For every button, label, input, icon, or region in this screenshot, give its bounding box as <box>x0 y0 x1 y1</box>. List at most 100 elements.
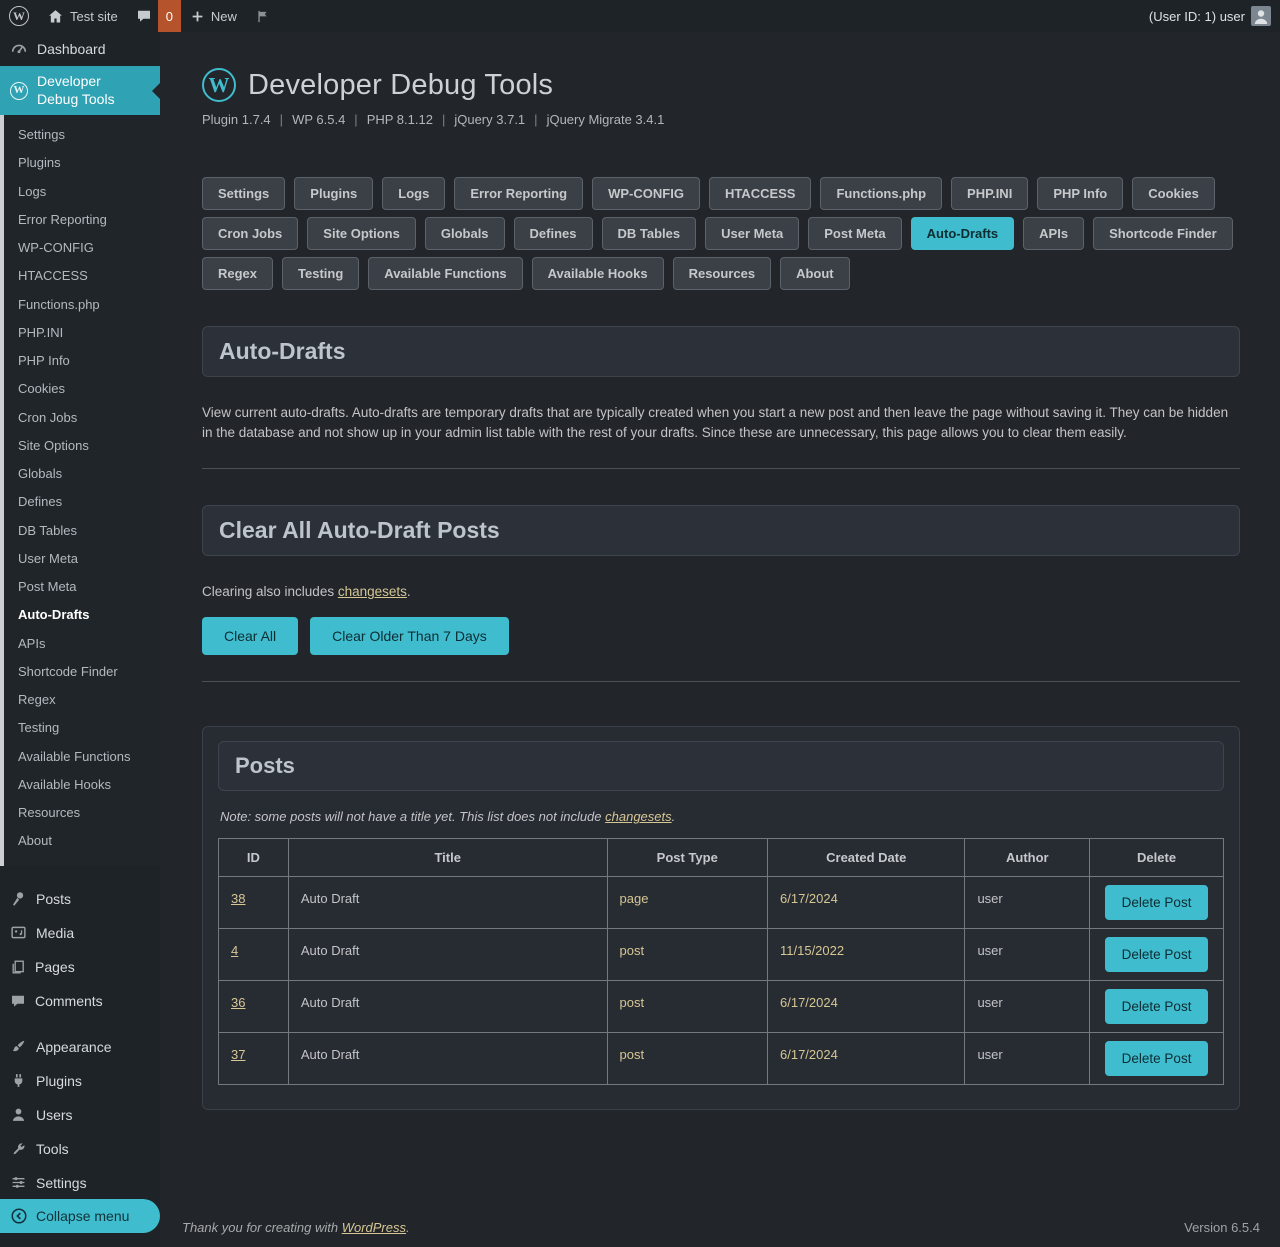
auto-drafts-title: Auto-Drafts <box>219 338 1223 365</box>
wordpress-link[interactable]: WordPress <box>342 1220 406 1235</box>
sidebar-item-dashboard[interactable]: Dashboard <box>0 32 160 66</box>
tab-globals[interactable]: Globals <box>425 217 505 250</box>
plus-icon <box>190 9 205 24</box>
submenu-item-php-info[interactable]: PHP Info <box>4 347 160 375</box>
submenu-item-site-options[interactable]: Site Options <box>4 432 160 460</box>
submenu-item-plugins[interactable]: Plugins <box>4 149 160 177</box>
sidebar-item-tools[interactable]: Tools <box>0 1132 160 1166</box>
tab-testing[interactable]: Testing <box>282 257 359 290</box>
footer-version: Version 6.5.4 <box>1184 1220 1260 1235</box>
tab-cookies[interactable]: Cookies <box>1132 177 1215 210</box>
tab-cron-jobs[interactable]: Cron Jobs <box>202 217 298 250</box>
my-account-menu[interactable]: (User ID: 1) user <box>1140 0 1280 32</box>
sidebar-item-posts[interactable]: Posts <box>0 882 160 916</box>
tab-wp-config[interactable]: WP-CONFIG <box>592 177 700 210</box>
brush-icon <box>10 1038 27 1055</box>
site-name-menu[interactable]: Test site <box>38 0 127 32</box>
submenu-item-cron-jobs[interactable]: Cron Jobs <box>4 404 160 432</box>
submenu-item-shortcode-finder[interactable]: Shortcode Finder <box>4 658 160 686</box>
tab-defines[interactable]: Defines <box>514 217 593 250</box>
tab-available-functions[interactable]: Available Functions <box>368 257 522 290</box>
submenu-item-auto-drafts[interactable]: Auto-Drafts <box>4 601 160 629</box>
submenu-item-defines[interactable]: Defines <box>4 488 160 516</box>
tab-plugins[interactable]: Plugins <box>294 177 373 210</box>
post-id-link[interactable]: 38 <box>231 891 245 906</box>
tab-post-meta[interactable]: Post Meta <box>808 217 901 250</box>
tab-htaccess[interactable]: HTACCESS <box>709 177 812 210</box>
sidebar-item-users[interactable]: Users <box>0 1098 160 1132</box>
new-content-menu[interactable]: New <box>181 0 246 32</box>
submenu-item-functions-php[interactable]: Functions.php <box>4 291 160 319</box>
changesets-link[interactable]: changesets <box>338 584 407 599</box>
submenu-item-htaccess[interactable]: HTACCESS <box>4 262 160 290</box>
table-row: 4 Auto Draft post 11/15/2022 user Delete… <box>219 929 1224 981</box>
tab-db-tables[interactable]: DB Tables <box>602 217 697 250</box>
submenu-item-wp-config[interactable]: WP-CONFIG <box>4 234 160 262</box>
collapse-menu-button[interactable]: Collapse menu <box>0 1199 160 1233</box>
changesets-link[interactable]: changesets <box>605 809 672 824</box>
tab-user-meta[interactable]: User Meta <box>705 217 799 250</box>
delete-post-button[interactable]: Delete Post <box>1105 885 1209 920</box>
tab-about[interactable]: About <box>780 257 850 290</box>
submenu-item-db-tables[interactable]: DB Tables <box>4 517 160 545</box>
tab-php-ini[interactable]: PHP.INI <box>951 177 1028 210</box>
clear-note: Clearing also includes changesets. <box>202 584 1240 599</box>
delete-post-button[interactable]: Delete Post <box>1105 1041 1209 1076</box>
page-title: Developer Debug Tools <box>248 69 553 102</box>
submenu-item-regex[interactable]: Regex <box>4 686 160 714</box>
submenu-item-cookies[interactable]: Cookies <box>4 375 160 403</box>
sidebar-item-pages[interactable]: Pages <box>0 950 160 984</box>
tab-available-hooks[interactable]: Available Hooks <box>532 257 664 290</box>
submenu-item-user-meta[interactable]: User Meta <box>4 545 160 573</box>
submenu-item-apis[interactable]: APIs <box>4 630 160 658</box>
sidebar-item-label: Users <box>36 1107 73 1123</box>
tab-resources[interactable]: Resources <box>673 257 771 290</box>
tab-auto-drafts[interactable]: Auto-Drafts <box>911 217 1015 250</box>
tab-bar: Settings Plugins Logs Error Reporting WP… <box>202 177 1240 290</box>
clear-older-button[interactable]: Clear Older Than 7 Days <box>310 617 509 655</box>
submenu-item-available-functions[interactable]: Available Functions <box>4 743 160 771</box>
tab-php-info[interactable]: PHP Info <box>1037 177 1123 210</box>
tab-shortcode-finder[interactable]: Shortcode Finder <box>1093 217 1233 250</box>
wrench-icon <box>10 1140 27 1157</box>
tab-error-reporting[interactable]: Error Reporting <box>454 177 583 210</box>
delete-post-button[interactable]: Delete Post <box>1105 989 1209 1024</box>
flag-menu[interactable] <box>246 0 279 32</box>
submenu-item-post-meta[interactable]: Post Meta <box>4 573 160 601</box>
delete-post-button[interactable]: Delete Post <box>1105 937 1209 972</box>
sidebar-item-plugins[interactable]: Plugins <box>0 1064 160 1098</box>
tab-logs[interactable]: Logs <box>382 177 445 210</box>
submenu-item-error-reporting[interactable]: Error Reporting <box>4 206 160 234</box>
tab-apis[interactable]: APIs <box>1023 217 1084 250</box>
submenu-item-globals[interactable]: Globals <box>4 460 160 488</box>
sidebar-item-settings[interactable]: Settings <box>0 1166 160 1200</box>
tab-settings[interactable]: Settings <box>202 177 285 210</box>
sidebar-item-developer-debug-tools[interactable]: W Developer Debug Tools <box>0 66 160 115</box>
submenu-item-resources[interactable]: Resources <box>4 799 160 827</box>
clear-all-button[interactable]: Clear All <box>202 617 298 655</box>
tab-site-options[interactable]: Site Options <box>307 217 416 250</box>
wordpress-admin-screen: W Test site 0 New <box>0 0 1280 1247</box>
submenu-item-logs[interactable]: Logs <box>4 178 160 206</box>
post-id-link[interactable]: 4 <box>231 943 238 958</box>
submenu-item-testing[interactable]: Testing <box>4 714 160 742</box>
post-id-link[interactable]: 36 <box>231 995 245 1010</box>
jquery-migrate-version: jQuery Migrate 3.4.1 <box>525 112 664 127</box>
sidebar-item-appearance[interactable]: Appearance <box>0 1030 160 1064</box>
author-cell: user <box>965 1033 1090 1085</box>
sidebar-item-comments[interactable]: Comments <box>0 984 160 1018</box>
post-type-cell: page <box>607 877 767 929</box>
submenu-item-php-ini[interactable]: PHP.INI <box>4 319 160 347</box>
tab-functions-php[interactable]: Functions.php <box>820 177 942 210</box>
submenu-item-settings[interactable]: Settings <box>4 121 160 149</box>
submenu-item-available-hooks[interactable]: Available Hooks <box>4 771 160 799</box>
submenu-item-about[interactable]: About <box>4 827 160 855</box>
wp-logo-menu[interactable]: W <box>0 0 38 32</box>
section-header-clear-all: Clear All Auto-Draft Posts <box>202 505 1240 556</box>
post-id-link[interactable]: 37 <box>231 1047 245 1062</box>
tab-regex[interactable]: Regex <box>202 257 273 290</box>
person-icon <box>10 1106 27 1123</box>
post-id-cell: 38 <box>219 877 289 929</box>
sidebar-item-media[interactable]: Media <box>0 916 160 950</box>
comments-menu[interactable]: 0 <box>127 0 181 32</box>
